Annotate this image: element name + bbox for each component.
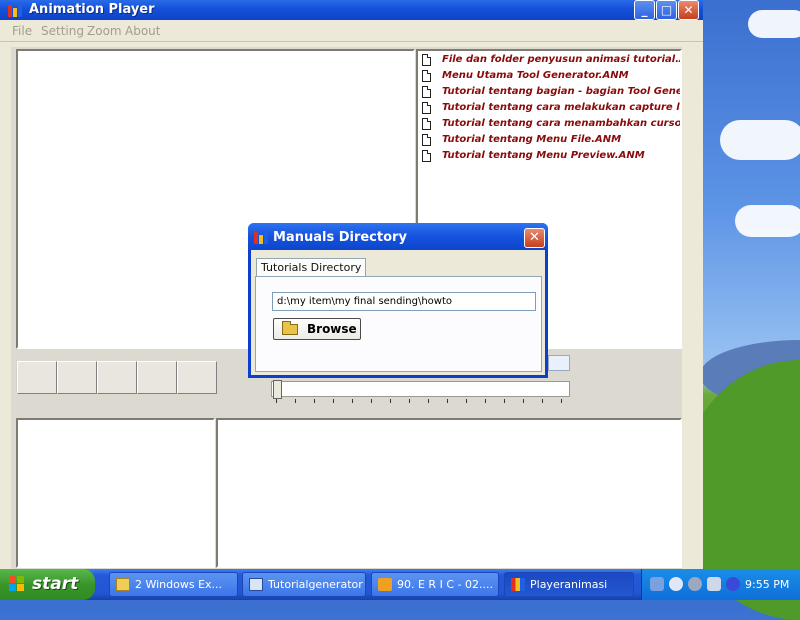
document-icon xyxy=(422,54,431,66)
list-item[interactable]: Tutorial tentang bagian - bagian Tool Ge… xyxy=(420,85,680,101)
task-tutorialgenerator[interactable]: Tutorialgenerator xyxy=(242,572,366,597)
tray-speaker-icon[interactable] xyxy=(688,577,702,591)
open-folder-icon xyxy=(282,321,298,335)
control-button-3[interactable] xyxy=(97,361,137,394)
dialog-body: Tutorials Directory Browse xyxy=(251,250,545,375)
menu-about[interactable]: About xyxy=(125,24,160,38)
document-icon xyxy=(422,150,431,162)
task-media-player[interactable]: 90. E R I C - 02.... xyxy=(371,572,499,597)
control-button-5[interactable] xyxy=(177,361,217,394)
dialog-close-button[interactable]: ✕ xyxy=(524,228,545,248)
directory-path-input[interactable] xyxy=(272,292,536,311)
tab-panel: Browse xyxy=(255,276,542,372)
player-icon xyxy=(511,578,525,591)
frame-indicator xyxy=(548,355,570,371)
manuals-directory-dialog: Manuals Directory ✕ Tutorials Directory … xyxy=(248,223,548,378)
document-icon xyxy=(422,102,431,114)
menu-setting[interactable]: Setting xyxy=(41,24,84,38)
list-item[interactable]: Tutorial tentang cara menambahkan cursor… xyxy=(420,117,680,133)
media-icon xyxy=(378,578,392,591)
system-tray: 9:55 PM xyxy=(641,569,800,600)
tray-pen-icon[interactable] xyxy=(650,577,664,591)
app-bars-icon xyxy=(254,230,269,244)
control-button-1[interactable] xyxy=(17,361,57,394)
app-bars-icon xyxy=(8,3,23,17)
tray-bluetooth-icon[interactable] xyxy=(726,577,740,591)
tab-tutorials-directory[interactable]: Tutorials Directory xyxy=(256,258,367,277)
browse-button-label: Browse xyxy=(307,322,357,336)
document-icon xyxy=(422,70,431,82)
list-item[interactable]: Tutorial tentang cara melakukan capture … xyxy=(420,101,680,117)
task-playeranimasi[interactable]: Playeranimasi xyxy=(504,572,634,597)
start-label: start xyxy=(32,574,79,594)
list-item[interactable]: Tutorial tentang Menu Preview.ANM xyxy=(420,149,680,165)
task-windows-explorer[interactable]: 2 Windows Ex... xyxy=(109,572,238,597)
document-icon xyxy=(422,134,431,146)
window-title: Animation Player xyxy=(29,2,155,17)
timeline-slider[interactable] xyxy=(271,381,570,397)
start-button[interactable]: start xyxy=(0,569,95,600)
windows-logo-icon xyxy=(9,576,25,592)
document-icon xyxy=(422,86,431,98)
dialog-title: Manuals Directory xyxy=(273,230,407,245)
minimize-button[interactable]: _ xyxy=(634,0,655,20)
maximize-button[interactable]: □ xyxy=(656,0,677,20)
taskbar: start 2 Windows Ex... Tutorialgenerator … xyxy=(0,569,800,600)
window-titlebar[interactable]: Animation Player _ □ ✕ xyxy=(0,0,703,20)
document-icon xyxy=(422,118,431,130)
tray-network-icon[interactable] xyxy=(707,577,721,591)
list-item[interactable]: Menu Utama Tool Generator.ANM xyxy=(420,69,680,85)
folder-icon xyxy=(116,578,130,591)
menu-zoom[interactable]: Zoom xyxy=(87,24,122,38)
browse-button[interactable]: Browse xyxy=(273,318,361,340)
list-item[interactable]: File dan folder penyusun animasi tutoria… xyxy=(420,53,680,69)
control-button-4[interactable] xyxy=(137,361,177,394)
app-window-icon xyxy=(249,578,263,591)
control-button-2[interactable] xyxy=(57,361,97,394)
dialog-titlebar[interactable]: Manuals Directory ✕ xyxy=(248,223,548,250)
tray-back-icon[interactable] xyxy=(669,577,683,591)
taskbar-clock: 9:55 PM xyxy=(745,578,790,591)
timeline-ticks xyxy=(276,399,566,404)
bottom-left-pane[interactable] xyxy=(16,418,215,568)
playback-controls xyxy=(16,361,217,394)
timeline-slider-thumb[interactable] xyxy=(273,380,282,399)
menu-file[interactable]: File xyxy=(12,24,32,38)
close-button[interactable]: ✕ xyxy=(678,0,699,20)
menu-bar: File Setting Zoom About xyxy=(0,21,703,42)
list-item[interactable]: Tutorial tentang Menu File.ANM xyxy=(420,133,680,149)
bottom-right-pane[interactable] xyxy=(216,418,682,568)
